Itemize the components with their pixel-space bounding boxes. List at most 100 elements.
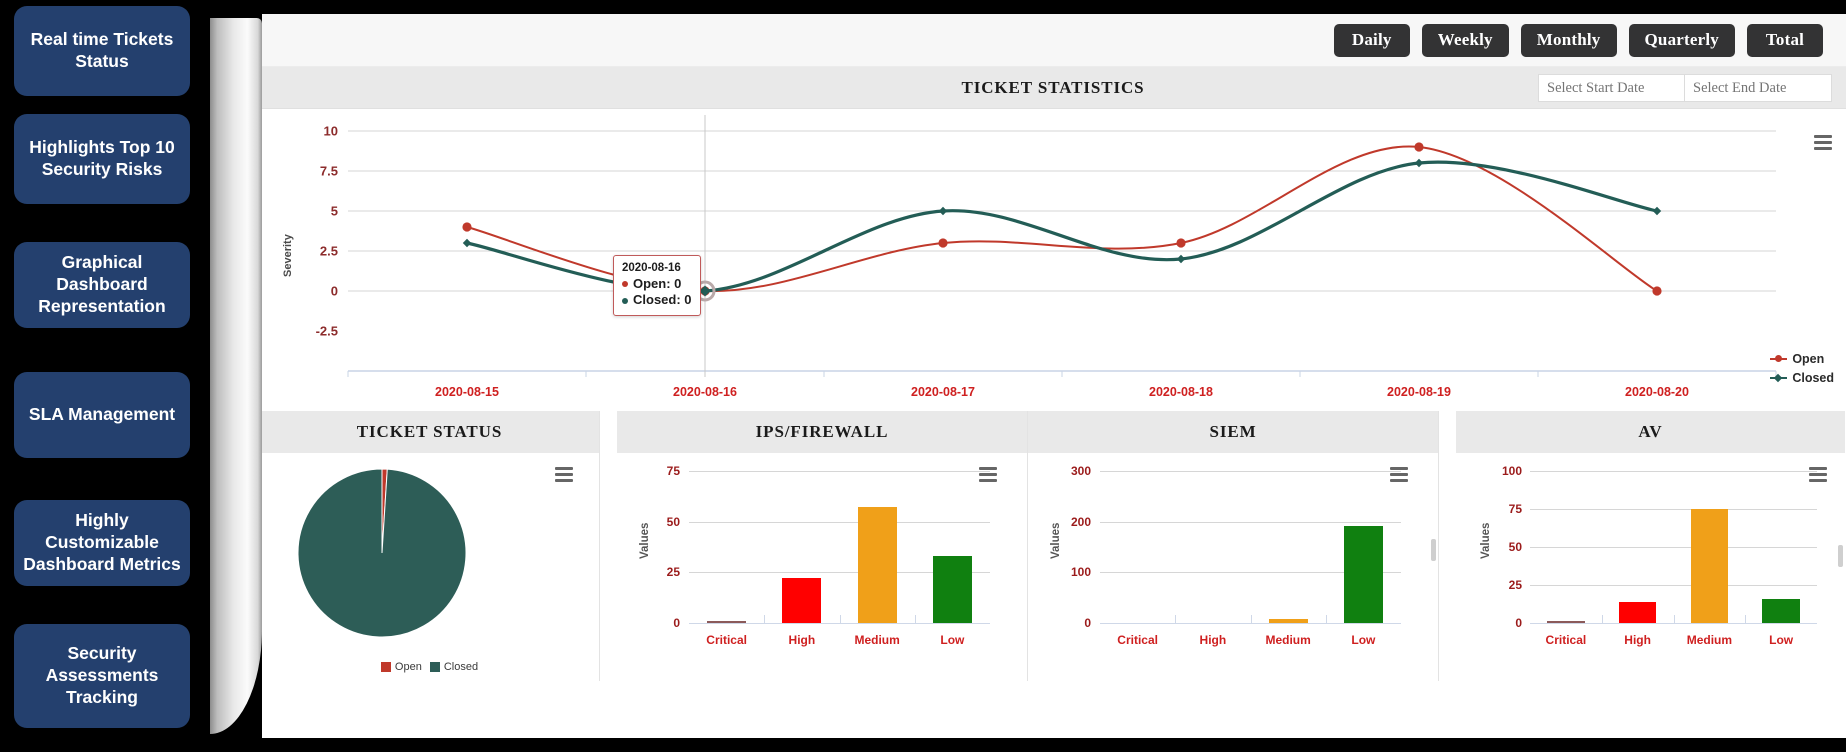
bar-high[interactable]	[1618, 601, 1657, 623]
feature-sidebar: Real time Tickets Status Highlights Top …	[0, 0, 262, 752]
ips-firewall-header: IPS/FIREWALL	[617, 411, 1027, 453]
ips-firewall-panel: IPS/FIREWALL 0 25 50 75 Critical High Medium Lo…	[617, 411, 1028, 681]
sidebar-item-label: Graphical Dashboard Representation	[38, 252, 166, 316]
av-menu-icon[interactable]	[1809, 467, 1827, 482]
sidebar-item-graphical-dashboard[interactable]: Graphical Dashboard Representation	[14, 242, 190, 328]
bar-critical[interactable]	[1547, 621, 1585, 623]
bar-chart-tick	[1175, 615, 1177, 623]
bar-chart-x-tick: Medium	[1265, 633, 1311, 647]
bar-chart-tick	[1325, 615, 1327, 623]
bar-chart-y-axis-title: Values	[639, 522, 651, 560]
date-range-filter	[1538, 74, 1832, 102]
sidebar-item-label: Highlights Top 10 Security Risks	[29, 137, 175, 179]
period-button-weekly[interactable]: Weekly	[1421, 23, 1509, 57]
pie-legend-open-label: Open	[394, 661, 422, 673]
siem-title: SIEM	[1209, 422, 1257, 441]
ips-firewall-body[interactable]: 0 25 50 75 Critical High Medium Low Values	[617, 453, 1027, 681]
ticket-status-body[interactable]: Open Closed	[260, 453, 599, 681]
pie-legend-open-swatch	[380, 662, 391, 672]
bar-low[interactable]	[1762, 598, 1800, 623]
sidebar-item-real-time-tickets-status[interactable]: Real time Tickets Status	[14, 6, 190, 96]
ticket-status-panel: TICKET STATUS Open Closed	[260, 411, 600, 681]
bar-chart-gridline	[1530, 547, 1817, 548]
panel-gap-1	[600, 411, 617, 681]
legend-item-open[interactable]: Open	[1770, 349, 1834, 368]
ticket-statistics-card: TICKET STATISTICS Open Closed	[260, 67, 1846, 411]
bar-chart-x-tick: Critical	[706, 633, 747, 647]
pie-chart-menu-icon[interactable]	[555, 467, 573, 482]
start-date-input[interactable]	[1538, 74, 1685, 102]
siem-panel: SIEM 0 100 200 300 Critical High Medium Low Valu…	[1028, 411, 1439, 681]
bar-high[interactable]	[782, 578, 822, 623]
bar-medium[interactable]	[857, 507, 897, 623]
bar-chart-x-tick: Critical	[1545, 633, 1587, 647]
sidebar-item-customizable-dashboard-metrics[interactable]: Highly Customizable Dashboard Metrics	[14, 500, 190, 586]
legend-item-closed[interactable]: Closed	[1770, 368, 1834, 387]
av-title: AV	[1638, 422, 1663, 441]
line-chart-x-tick: 2020-08-19	[1387, 385, 1451, 399]
bar-chart-axis	[1530, 623, 1817, 624]
bar-chart-gridline	[1100, 471, 1401, 472]
pie-legend: Open Closed	[260, 661, 599, 673]
pie-legend-closed-label: Closed	[443, 661, 479, 673]
panel-gap-2	[1439, 411, 1456, 681]
period-button-monthly[interactable]: Monthly	[1520, 23, 1617, 57]
bar-chart-y-tick: 75	[666, 464, 680, 478]
bar-chart-y-tick: 100	[1070, 565, 1091, 580]
period-button-daily[interactable]: Daily	[1333, 23, 1410, 57]
sidebar-item-label: Highly Customizable Dashboard Metrics	[23, 510, 181, 574]
bar-medium[interactable]	[1268, 618, 1308, 623]
bar-chart-x-tick: High	[788, 633, 816, 647]
pie-legend-closed-swatch	[429, 662, 440, 672]
siem-header: SIEM	[1028, 411, 1438, 453]
ips-firewall-title: IPS/FIREWALL	[755, 422, 889, 441]
av-body[interactable]: 0 25 50 75 100 Critical High Medium Low Values	[1456, 453, 1845, 681]
sidebar-item-label: Real time Tickets Status	[30, 29, 174, 71]
bar-chart-tick	[1745, 615, 1747, 623]
bar-chart-x-tick: Medium	[854, 633, 900, 647]
line-chart-y-axis-title: Severity	[282, 234, 294, 277]
bar-chart-x-tick: High	[1199, 633, 1227, 647]
dashboard-screenshot: Real time Tickets Status Highlights Top …	[0, 0, 1846, 752]
bar-low[interactable]	[932, 556, 972, 623]
sidebar-item-label: SLA Management	[28, 404, 176, 425]
siem-menu-icon[interactable]	[1390, 467, 1408, 482]
bar-chart-y-tick: 200	[1070, 514, 1091, 529]
bar-chart-y-tick: 50	[666, 514, 680, 529]
period-toolbar: Daily Weekly Monthly Quarterly Total	[260, 14, 1846, 67]
sidebar-item-sla-management[interactable]: SLA Management	[14, 372, 190, 458]
bar-chart-axis	[689, 623, 990, 624]
sidebar-item-label: Security Assessments Tracking	[45, 643, 159, 707]
ticket-status-header: TICKET STATUS	[260, 411, 599, 453]
ticket-statistics-line-chart[interactable]: Open Closed 2020-08-16 Open: 0 Closed: 0…	[260, 109, 1846, 411]
av-scroll-nub[interactable]	[1838, 545, 1843, 567]
line-chart-menu-icon[interactable]	[1814, 135, 1832, 150]
av-header: AV	[1456, 411, 1845, 453]
siem-scroll-nub[interactable]	[1431, 539, 1436, 561]
legend-open-label: Open	[1792, 351, 1825, 366]
bar-chart-tick	[839, 615, 841, 623]
period-button-total[interactable]: Total	[1747, 23, 1823, 57]
tooltip-open-dot-icon	[622, 281, 628, 288]
siem-body[interactable]: 0 100 200 300 Critical High Medium Low Values	[1028, 453, 1438, 681]
bar-chart-gridline	[1100, 521, 1401, 523]
bar-medium[interactable]	[1690, 509, 1729, 623]
end-date-input[interactable]	[1685, 74, 1832, 102]
bar-chart-y-tick: 300	[1070, 464, 1091, 478]
line-chart-legend: Open Closed	[1770, 349, 1834, 387]
bar-critical[interactable]	[707, 621, 747, 623]
legend-closed-label: Closed	[1792, 370, 1834, 385]
period-button-quarterly[interactable]: Quarterly	[1628, 23, 1735, 57]
bar-chart-y-tick: 0	[1515, 616, 1522, 630]
line-chart-canvas	[347, 115, 1777, 377]
legend-open-marker-icon	[1770, 353, 1788, 364]
bar-low[interactable]	[1343, 525, 1383, 623]
tooltip-closed-dot-icon	[622, 297, 628, 304]
bar-chart-gridline	[689, 521, 990, 523]
line-chart-y-tick: 7.5	[319, 163, 338, 179]
sidebar-item-security-assessments-tracking[interactable]: Security Assessments Tracking	[14, 624, 190, 728]
bar-chart-x-tick: Low	[940, 633, 965, 647]
sidebar-item-top-10-security-risks[interactable]: Highlights Top 10 Security Risks	[14, 114, 190, 204]
ips-firewall-menu-icon[interactable]	[979, 467, 997, 482]
bar-chart-y-tick: 75	[1508, 502, 1522, 516]
